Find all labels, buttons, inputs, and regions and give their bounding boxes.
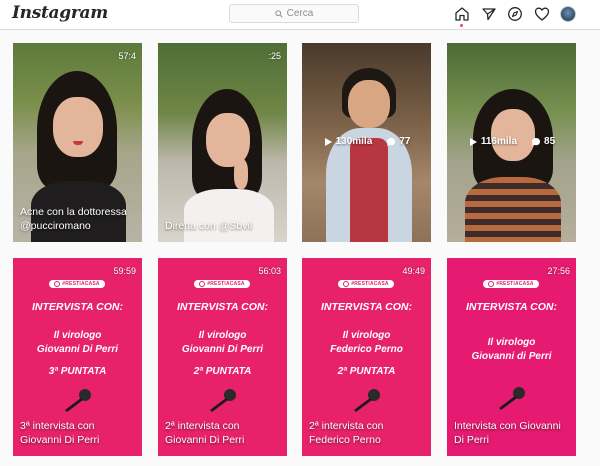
video-duration: 59:59 bbox=[113, 266, 136, 276]
comments-count: 77 bbox=[399, 136, 411, 147]
interview-heading: INTERVISTA CON: bbox=[466, 301, 557, 313]
interview-guest: Il virologo Federico Perno bbox=[302, 329, 431, 357]
video-caption: Acne con la dottoressa @pucciromano bbox=[20, 206, 127, 232]
play-icon bbox=[324, 137, 332, 146]
top-navigation-bar: Instagram Cerca bbox=[0, 0, 600, 30]
igtv-video-tile[interactable]: :25 Diretta con @Sbvil bbox=[158, 43, 287, 242]
episode-label: 3ª PUNTATA bbox=[48, 366, 107, 377]
interview-guest: Il virologo Giovanni Di Perri bbox=[158, 329, 287, 357]
notification-dot bbox=[460, 24, 463, 27]
video-duration: 27:56 bbox=[547, 266, 570, 276]
video-caption: 2ª intervista con Giovanni Di Perri bbox=[165, 420, 245, 446]
explore-icon[interactable] bbox=[507, 6, 523, 22]
microphone-icon bbox=[65, 389, 91, 412]
igtv-interview-tile[interactable]: 56:03 #RESTIACASA INTERVISTA CON: Il vir… bbox=[158, 258, 287, 456]
microphone-icon bbox=[354, 389, 380, 412]
microphone-icon bbox=[210, 389, 236, 412]
views-count: 130mila bbox=[335, 136, 373, 147]
restiacasa-badge: #RESTIACASA bbox=[338, 280, 394, 288]
post-stats-overlay: 130mila 77 bbox=[302, 136, 431, 147]
video-duration: 57:4 bbox=[118, 51, 136, 61]
video-thumbnail bbox=[158, 43, 287, 242]
restiacasa-badge: #RESTIACASA bbox=[49, 280, 105, 288]
video-duration: 56:03 bbox=[258, 266, 281, 276]
comment-bubble-icon bbox=[387, 137, 396, 146]
video-post-tile[interactable]: 130mila 77 bbox=[302, 43, 431, 242]
direct-icon[interactable] bbox=[481, 6, 497, 22]
episode-label: 2ª PUNTATA bbox=[337, 366, 396, 377]
guest-role: Il virologo bbox=[342, 330, 391, 341]
video-caption: Intervista con Giovanni Di Perri bbox=[454, 420, 561, 446]
video-caption: 3ª intervista con Giovanni Di Perri bbox=[20, 420, 100, 446]
igtv-interview-tile[interactable]: 27:56 #RESTIACASA INTERVISTA CON: Il vir… bbox=[447, 258, 576, 456]
interview-guest: Il virologo Giovanni di Perri bbox=[447, 336, 576, 364]
interview-heading: INTERVISTA CON: bbox=[32, 301, 123, 313]
views-stat: 130mila bbox=[323, 136, 373, 147]
video-post-tile[interactable]: 116mila 85 bbox=[447, 43, 576, 242]
interview-heading: INTERVISTA CON: bbox=[321, 301, 412, 313]
guest-name: Giovanni di Perri bbox=[471, 351, 552, 362]
episode-label: 2ª PUNTATA bbox=[193, 366, 252, 377]
video-caption: 2ª intervista con Federico Perno bbox=[309, 420, 384, 446]
comments-stat: 77 bbox=[386, 136, 410, 147]
comment-bubble-icon bbox=[532, 137, 541, 146]
comments-count: 85 bbox=[544, 136, 556, 147]
igtv-interview-tile[interactable]: 49:49 #RESTIACASA INTERVISTA CON: Il vir… bbox=[302, 258, 431, 456]
igtv-interview-tile[interactable]: 59:59 #RESTIACASA INTERVISTA CON: Il vir… bbox=[13, 258, 142, 456]
guest-role: Il virologo bbox=[53, 330, 102, 341]
play-icon bbox=[469, 137, 477, 146]
video-caption: Diretta con @Sbvil bbox=[165, 220, 253, 232]
search-placeholder: Cerca bbox=[286, 8, 314, 19]
views-stat: 116mila bbox=[468, 136, 517, 147]
home-icon[interactable] bbox=[454, 6, 470, 22]
guest-role: Il virologo bbox=[487, 337, 536, 348]
igtv-video-tile[interactable]: 57:4 Acne con la dottoressa @pucciromano bbox=[13, 43, 142, 242]
restiacasa-badge: #RESTIACASA bbox=[483, 280, 539, 288]
search-icon bbox=[274, 9, 283, 18]
guest-name: Giovanni Di Perri bbox=[181, 344, 264, 355]
profile-avatar[interactable] bbox=[560, 6, 576, 22]
post-stats-overlay: 116mila 85 bbox=[447, 136, 576, 147]
comments-stat: 85 bbox=[531, 136, 555, 147]
activity-heart-icon[interactable] bbox=[534, 6, 550, 22]
guest-name: Federico Perno bbox=[330, 344, 403, 355]
microphone-icon bbox=[499, 387, 525, 410]
guest-role: Il virologo bbox=[198, 330, 247, 341]
interview-guest: Il virologo Giovanni Di Perri bbox=[13, 329, 142, 357]
video-duration: 49:49 bbox=[402, 266, 425, 276]
views-count: 116mila bbox=[480, 136, 518, 147]
video-duration: :25 bbox=[268, 51, 281, 61]
instagram-logo[interactable]: Instagram bbox=[12, 3, 108, 23]
search-input[interactable]: Cerca bbox=[229, 4, 359, 23]
interview-heading: INTERVISTA CON: bbox=[177, 301, 268, 313]
restiacasa-badge: #RESTIACASA bbox=[194, 280, 250, 288]
guest-name: Giovanni Di Perri bbox=[36, 344, 119, 355]
